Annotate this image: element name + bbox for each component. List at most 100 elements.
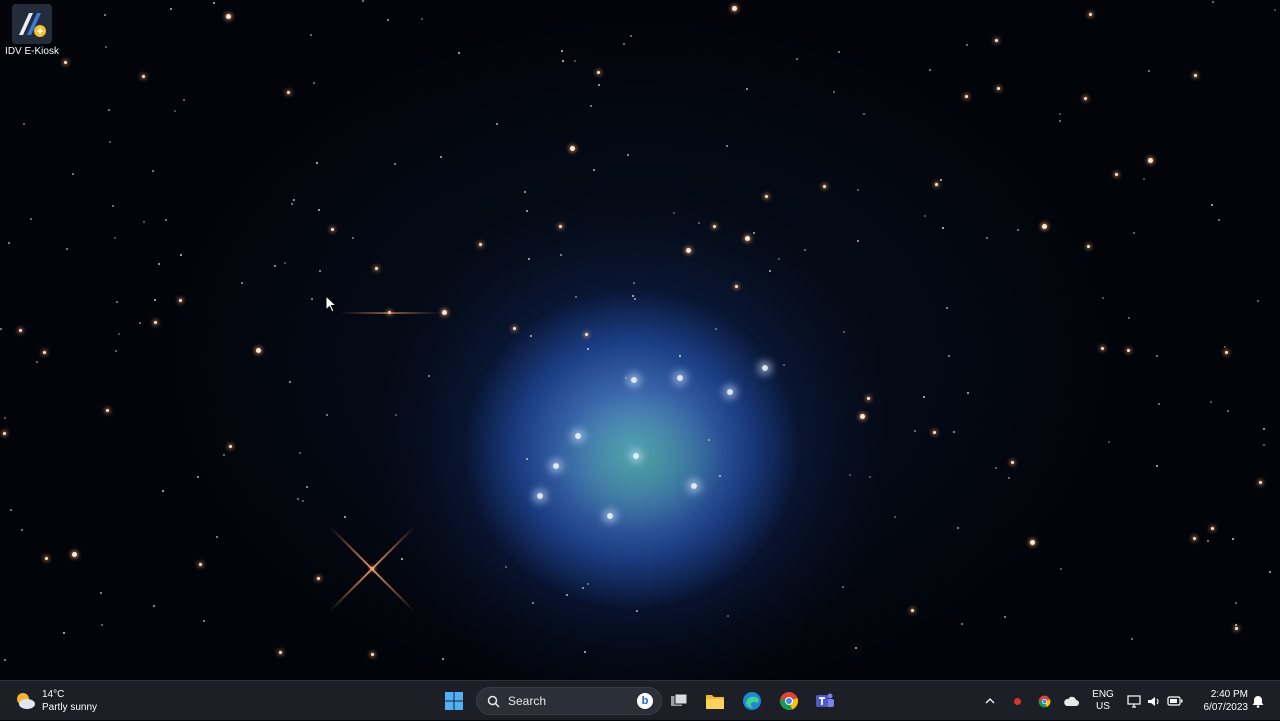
star bbox=[712, 224, 716, 228]
star bbox=[1083, 96, 1087, 100]
star bbox=[401, 558, 403, 560]
star bbox=[1156, 465, 1158, 467]
star bbox=[995, 467, 997, 469]
star bbox=[197, 476, 199, 478]
star bbox=[1263, 444, 1265, 446]
star bbox=[924, 215, 926, 217]
edge-icon bbox=[743, 692, 761, 710]
nebula-knot bbox=[553, 463, 559, 469]
nebula-knot bbox=[537, 493, 543, 499]
star bbox=[561, 50, 563, 52]
star bbox=[526, 210, 528, 212]
star bbox=[1128, 317, 1130, 319]
star bbox=[152, 170, 154, 172]
star bbox=[162, 490, 164, 492]
star bbox=[869, 476, 871, 478]
tray-chrome-icon[interactable] bbox=[1036, 681, 1052, 721]
tray-onedrive-icon[interactable] bbox=[1062, 681, 1080, 721]
chrome-icon bbox=[780, 692, 799, 710]
star bbox=[10, 509, 12, 511]
star bbox=[115, 350, 117, 352]
taskbar: 14°C Partly sunny Search b ENG US 2:40 P… bbox=[0, 680, 1280, 720]
star bbox=[596, 70, 600, 74]
star bbox=[72, 173, 74, 175]
star bbox=[719, 475, 721, 477]
star bbox=[996, 86, 1000, 90]
star bbox=[1017, 229, 1019, 231]
star bbox=[932, 430, 936, 434]
task-view-button[interactable] bbox=[665, 687, 693, 715]
weather-widget[interactable]: 14°C Partly sunny bbox=[14, 686, 97, 716]
star bbox=[1218, 219, 1220, 221]
star bbox=[1263, 428, 1265, 430]
star bbox=[1147, 157, 1153, 163]
nebula-knot bbox=[633, 453, 639, 459]
star bbox=[1143, 178, 1145, 180]
star bbox=[1210, 526, 1214, 530]
file-explorer-button[interactable] bbox=[701, 687, 729, 715]
edge-button[interactable] bbox=[738, 687, 766, 715]
star bbox=[154, 299, 156, 301]
quick-settings-button[interactable] bbox=[1124, 681, 1186, 721]
star bbox=[634, 298, 636, 300]
nebula-knot bbox=[727, 389, 733, 395]
star bbox=[673, 212, 675, 214]
desktop-icon-idv-ekiosk[interactable]: IDV E-Kiosk bbox=[2, 4, 62, 58]
star bbox=[289, 381, 291, 383]
star bbox=[0, 328, 2, 330]
star bbox=[560, 254, 562, 256]
star bbox=[318, 209, 320, 211]
star bbox=[734, 284, 738, 288]
star bbox=[158, 263, 160, 265]
star bbox=[274, 265, 276, 267]
star bbox=[679, 355, 681, 357]
star bbox=[636, 610, 638, 612]
notifications-button[interactable] bbox=[1250, 681, 1266, 721]
star bbox=[946, 307, 948, 309]
star bbox=[394, 163, 396, 165]
star bbox=[180, 254, 182, 256]
star-flare bbox=[340, 312, 440, 314]
star bbox=[302, 500, 304, 502]
star bbox=[942, 227, 944, 229]
nebula-knot bbox=[631, 377, 637, 383]
show-hidden-icons-button[interactable] bbox=[982, 681, 998, 721]
star bbox=[291, 203, 293, 205]
star bbox=[1041, 223, 1047, 229]
star bbox=[284, 262, 286, 264]
search-input[interactable]: Search b bbox=[476, 687, 662, 715]
star bbox=[170, 8, 172, 10]
tray-recording-icon[interactable] bbox=[1010, 681, 1024, 721]
star bbox=[849, 474, 851, 476]
language-indicator[interactable]: ENG US bbox=[1088, 681, 1118, 721]
star bbox=[1232, 538, 1234, 540]
star bbox=[198, 562, 202, 566]
teams-button[interactable] bbox=[811, 687, 839, 715]
nebula-knot bbox=[691, 483, 697, 489]
star bbox=[441, 309, 447, 315]
star bbox=[100, 592, 102, 594]
idv-ekiosk-app-icon bbox=[12, 4, 52, 44]
star bbox=[948, 355, 950, 357]
clock[interactable]: 2:40 PM 6/07/2023 bbox=[1188, 681, 1249, 721]
star bbox=[112, 205, 114, 207]
network-icon bbox=[1127, 694, 1141, 708]
star bbox=[587, 583, 589, 585]
mouse-pointer-icon bbox=[325, 294, 338, 318]
chrome-button[interactable] bbox=[775, 687, 803, 715]
star bbox=[225, 13, 231, 19]
bing-icon[interactable]: b bbox=[637, 693, 653, 709]
star bbox=[310, 34, 312, 36]
language-line2: US bbox=[1096, 701, 1110, 712]
star bbox=[957, 527, 959, 529]
star bbox=[863, 113, 865, 115]
start-button[interactable] bbox=[440, 687, 468, 715]
star bbox=[627, 154, 629, 156]
nebula-knot bbox=[677, 375, 683, 381]
task-view-icon bbox=[671, 693, 688, 706]
nebula-knot bbox=[575, 433, 581, 439]
star bbox=[558, 224, 562, 228]
star bbox=[783, 364, 785, 366]
star bbox=[241, 282, 243, 284]
star bbox=[593, 169, 595, 171]
